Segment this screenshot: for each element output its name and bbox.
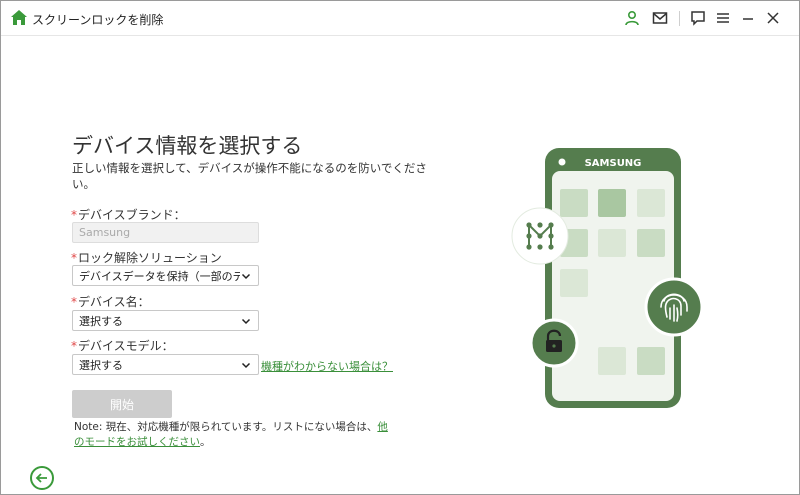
note-text: Note: 現在、対応機種が限られています。リストにない場合は、他 のモードをお試… <box>74 421 388 448</box>
titlebar-divider <box>679 11 680 26</box>
device-model-select[interactable]: 選択する <box>72 354 259 375</box>
device-model-value: 選択する <box>79 358 123 372</box>
other-mode-link[interactable]: 他 <box>377 421 388 433</box>
required-mark: * <box>71 251 77 265</box>
start-button[interactable]: 開始 <box>72 390 172 418</box>
chevron-down-icon <box>241 318 251 324</box>
device-name-value: 選択する <box>79 314 123 328</box>
close-icon[interactable] <box>764 9 782 27</box>
model-help-link[interactable]: 機種がわからない場合は？ <box>261 358 393 374</box>
required-mark: * <box>71 208 77 222</box>
home-icon <box>11 10 27 25</box>
pattern-lock-icon <box>511 207 569 265</box>
menu-icon[interactable] <box>714 9 732 27</box>
page-subtitle: 正しい情報を選択して、デバイスが操作不能になるのを防いでくださ い。 <box>72 161 427 191</box>
solution-label: *ロック解除ソリューション <box>71 251 222 265</box>
chevron-down-icon <box>241 362 251 368</box>
minimize-icon[interactable] <box>739 9 757 27</box>
required-mark: * <box>71 295 77 309</box>
fingerprint-icon <box>644 277 704 337</box>
brand-value: Samsung <box>79 226 131 239</box>
phone-camera <box>558 158 566 166</box>
brand-field: Samsung <box>72 222 259 243</box>
feedback-icon[interactable] <box>689 9 707 27</box>
chevron-down-icon <box>241 273 251 279</box>
arrow-left-icon <box>35 473 47 483</box>
device-name-select[interactable]: 選択する <box>72 310 259 331</box>
brand-label: *デバイスブランド： <box>71 208 186 222</box>
phone-brand-text: SAMSUNG <box>585 158 642 169</box>
solution-select[interactable]: デバイスデータを保持（一部のデバ <box>72 265 259 286</box>
title-bar: スクリーンロックを削除 <box>1 1 799 36</box>
other-mode-link-continued[interactable]: のモードをお試しください <box>74 436 200 448</box>
device-name-label: *デバイス名： <box>71 295 150 309</box>
page-title: デバイス情報を選択する <box>72 134 303 158</box>
mail-icon[interactable] <box>651 9 669 27</box>
padlock-icon <box>529 318 579 368</box>
phone-illustration: SAMSUNG <box>511 148 704 408</box>
app-title: スクリーンロックを削除 <box>32 13 164 27</box>
solution-value: デバイスデータを保持（一部のデバ <box>79 269 240 283</box>
device-model-label: *デバイスモデル： <box>71 339 174 353</box>
required-mark: * <box>71 339 77 353</box>
back-button[interactable] <box>30 466 54 490</box>
user-icon[interactable] <box>623 9 641 27</box>
app-window: スクリーンロックを削除 デバイス情報を選択する 正しい情報を選択して、デバイスが… <box>0 0 800 495</box>
